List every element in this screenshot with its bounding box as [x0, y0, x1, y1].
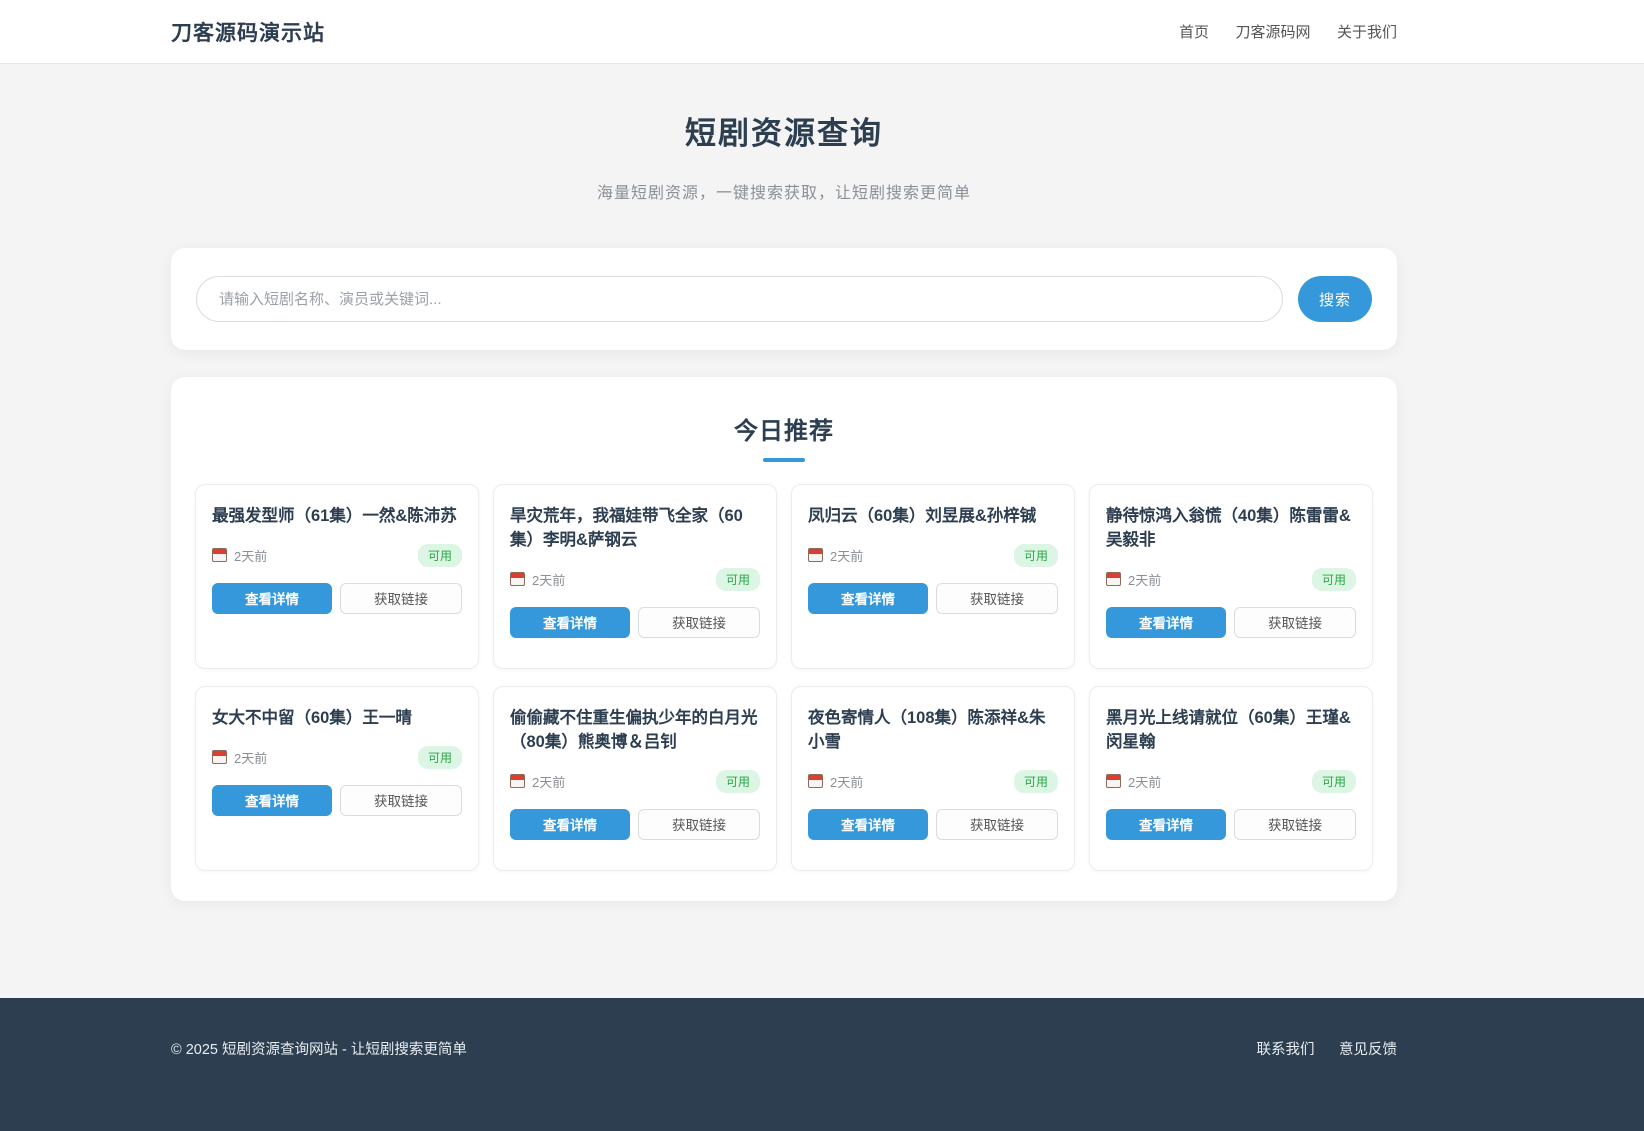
publish-time: 2天前 [212, 546, 267, 565]
heading-underline [763, 458, 805, 462]
status-badge: 可用 [418, 544, 462, 567]
status-badge: 可用 [716, 770, 760, 793]
nav-about[interactable]: 关于我们 [1337, 24, 1397, 41]
drama-title: 偷偷藏不住重生偏执少年的白月光（80集）熊奥博＆吕钊 [510, 707, 760, 755]
drama-title: 黑月光上线请就位（60集）王瑾&闵星翰 [1106, 707, 1356, 755]
drama-title: 凤归云（60集）刘昱展&孙梓铖 [808, 505, 1058, 529]
drama-title: 女大不中留（60集）王一晴 [212, 707, 462, 731]
recommend-heading: 今日推荐 [195, 411, 1373, 446]
calendar-icon [510, 572, 525, 586]
drama-card: 偷偷藏不住重生偏执少年的白月光（80集）熊奥博＆吕钊 2天前 可用 查看详情 获… [493, 686, 777, 871]
publish-time: 2天前 [212, 748, 267, 767]
publish-time: 2天前 [510, 570, 565, 589]
drama-card: 静待惊鸿入翁慌（40集）陈雷雷&吴毅非 2天前 可用 查看详情 获取链接 [1089, 484, 1373, 669]
publish-time: 2天前 [808, 772, 863, 791]
status-badge: 可用 [1312, 770, 1356, 793]
publish-time: 2天前 [1106, 570, 1161, 589]
calendar-icon [212, 548, 227, 562]
get-link-button[interactable]: 获取链接 [1234, 607, 1356, 638]
drama-card: 黑月光上线请就位（60集）王瑾&闵星翰 2天前 可用 查看详情 获取链接 [1089, 686, 1373, 871]
drama-title: 夜色寄情人（108集）陈添祥&朱小雪 [808, 707, 1058, 755]
calendar-icon [1106, 572, 1121, 586]
drama-card: 最强发型师（61集）一然&陈沛苏 2天前 可用 查看详情 获取链接 [195, 484, 479, 669]
get-link-button[interactable]: 获取链接 [340, 785, 462, 816]
status-badge: 可用 [1014, 770, 1058, 793]
get-link-button[interactable]: 获取链接 [638, 607, 760, 638]
card-grid: 最强发型师（61集）一然&陈沛苏 2天前 可用 查看详情 获取链接 旱灾荒年，我… [195, 484, 1373, 871]
status-badge: 可用 [1312, 568, 1356, 591]
footer-links: 联系我们 意见反馈 [1237, 1038, 1397, 1059]
drama-card: 夜色寄情人（108集）陈添祥&朱小雪 2天前 可用 查看详情 获取链接 [791, 686, 1075, 871]
get-link-button[interactable]: 获取链接 [936, 809, 1058, 840]
get-link-button[interactable]: 获取链接 [638, 809, 760, 840]
calendar-icon [510, 774, 525, 788]
page-title: 短剧资源查询 [171, 108, 1397, 153]
nav-home[interactable]: 首页 [1179, 24, 1209, 41]
get-link-button[interactable]: 获取链接 [936, 583, 1058, 614]
recommend-section: 今日推荐 最强发型师（61集）一然&陈沛苏 2天前 可用 查看详情 获取链接 旱… [171, 377, 1397, 901]
calendar-icon [212, 750, 227, 764]
hero-section: 短剧资源查询 海量短剧资源，一键搜索获取，让短剧搜索更简单 [171, 108, 1397, 203]
drama-title: 静待惊鸿入翁慌（40集）陈雷雷&吴毅非 [1106, 505, 1356, 553]
drama-card: 女大不中留（60集）王一晴 2天前 可用 查看详情 获取链接 [195, 686, 479, 871]
status-badge: 可用 [418, 746, 462, 769]
view-detail-button[interactable]: 查看详情 [212, 785, 332, 816]
site-header: 刀客源码演示站 首页 刀客源码网 关于我们 [0, 0, 1644, 64]
search-button[interactable]: 搜索 [1298, 276, 1372, 322]
view-detail-button[interactable]: 查看详情 [1106, 809, 1226, 840]
search-panel: 搜索 [171, 248, 1397, 350]
footer-link-feedback[interactable]: 意见反馈 [1339, 1042, 1397, 1058]
drama-title: 最强发型师（61集）一然&陈沛苏 [212, 505, 462, 529]
site-footer: © 2025 短剧资源查询网站 - 让短剧搜索更简单 联系我们 意见反馈 [0, 998, 1644, 1131]
search-input[interactable] [196, 276, 1283, 322]
page-subtitle: 海量短剧资源，一键搜索获取，让短剧搜索更简单 [171, 179, 1397, 203]
status-badge: 可用 [1014, 544, 1058, 567]
site-logo[interactable]: 刀客源码演示站 [171, 17, 325, 47]
view-detail-button[interactable]: 查看详情 [808, 583, 928, 614]
drama-card: 旱灾荒年，我福娃带飞全家（60集）李明&萨钢云 2天前 可用 查看详情 获取链接 [493, 484, 777, 669]
view-detail-button[interactable]: 查看详情 [510, 809, 630, 840]
copyright-text: © 2025 短剧资源查询网站 - 让短剧搜索更简单 [171, 1038, 467, 1059]
view-detail-button[interactable]: 查看详情 [1106, 607, 1226, 638]
calendar-icon [1106, 774, 1121, 788]
main-nav: 首页 刀客源码网 关于我们 [1157, 21, 1397, 42]
status-badge: 可用 [716, 568, 760, 591]
get-link-button[interactable]: 获取链接 [340, 583, 462, 614]
publish-time: 2天前 [808, 546, 863, 565]
footer-link-contact[interactable]: 联系我们 [1257, 1042, 1315, 1058]
calendar-icon [808, 548, 823, 562]
view-detail-button[interactable]: 查看详情 [212, 583, 332, 614]
publish-time: 2天前 [1106, 772, 1161, 791]
nav-daoke-source[interactable]: 刀客源码网 [1236, 24, 1311, 41]
drama-card: 凤归云（60集）刘昱展&孙梓铖 2天前 可用 查看详情 获取链接 [791, 484, 1075, 669]
view-detail-button[interactable]: 查看详情 [510, 607, 630, 638]
publish-time: 2天前 [510, 772, 565, 791]
drama-title: 旱灾荒年，我福娃带飞全家（60集）李明&萨钢云 [510, 505, 760, 553]
view-detail-button[interactable]: 查看详情 [808, 809, 928, 840]
get-link-button[interactable]: 获取链接 [1234, 809, 1356, 840]
calendar-icon [808, 774, 823, 788]
